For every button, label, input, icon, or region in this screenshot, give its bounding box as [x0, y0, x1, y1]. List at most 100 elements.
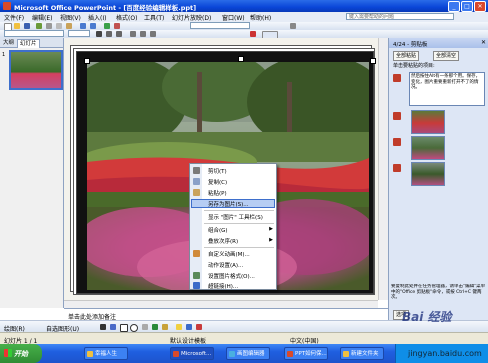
help-search-input[interactable]: 键入需要帮助的问题: [346, 13, 454, 20]
menu-edit[interactable]: 编辑(E): [32, 13, 52, 22]
menu-item-save-as-picture[interactable]: 另存为图片(S)...: [208, 200, 249, 208]
submenu-arrow-icon: ▶: [269, 226, 273, 232]
menu-item-hyperlink[interactable]: 超链接(H)...: [208, 282, 238, 290]
menu-view[interactable]: 视图(V): [60, 13, 81, 22]
font-color-icon[interactable]: [196, 324, 202, 330]
copy-icon: [193, 178, 200, 185]
taskbar-button-4[interactable]: PPT如何保...: [284, 347, 328, 360]
animation-icon: [193, 250, 200, 257]
clip-image-3[interactable]: [411, 162, 445, 186]
font-size-select[interactable]: [68, 30, 90, 37]
slides-pane: 大纲 幻灯片 1: [0, 38, 64, 308]
underline-icon[interactable]: [116, 31, 122, 37]
rectangle-icon[interactable]: [120, 324, 128, 332]
menu-tools[interactable]: 工具(T): [144, 13, 164, 22]
format-icon: [193, 272, 200, 279]
open-icon[interactable]: [14, 23, 20, 29]
close-button[interactable]: ✕: [474, 1, 486, 12]
baidu-watermark: Bai 经验: [402, 310, 452, 324]
align-left-icon[interactable]: [130, 31, 136, 37]
insert-picture-icon[interactable]: [162, 324, 168, 330]
save-icon[interactable]: [24, 23, 30, 29]
submenu-arrow-icon: ▶: [269, 237, 273, 243]
menu-slideshow[interactable]: 幻灯片放映(D): [172, 13, 211, 22]
maximize-button[interactable]: □: [461, 1, 473, 12]
print-icon[interactable]: [36, 23, 42, 29]
font-color-icon[interactable]: [250, 31, 256, 37]
menu-item-order[interactable]: 叠放次序(R): [208, 237, 238, 245]
menu-item-action-settings[interactable]: 动作设置(A)...: [208, 261, 243, 269]
undo-icon[interactable]: [80, 23, 86, 29]
menu-format[interactable]: 格式(O): [116, 13, 137, 22]
line-color-icon[interactable]: [186, 324, 192, 330]
tab-slides[interactable]: 幻灯片: [17, 39, 40, 48]
slide-thumbnail[interactable]: [9, 50, 63, 90]
slide-thumb-number: 1: [2, 52, 6, 58]
font-name-select[interactable]: [4, 30, 64, 37]
resize-handle-top[interactable]: [238, 56, 244, 62]
textbox-icon[interactable]: [142, 324, 148, 330]
chart-icon[interactable]: [104, 23, 110, 29]
align-right-icon[interactable]: [150, 31, 156, 37]
start-button[interactable]: 开始: [0, 344, 42, 363]
paste-icon[interactable]: [66, 23, 72, 29]
paste-all-button[interactable]: 全部粘贴: [393, 51, 420, 61]
title-bar: Microsoft Office PowerPoint - [百度经验编辑样板.…: [0, 0, 488, 12]
taskbar-button-2[interactable]: Microsoft...: [170, 347, 214, 360]
taskpane-footer: 要复制此处并在任务管理器，请单击"编辑"菜单中的"Office 剪贴板"命令，或…: [391, 284, 486, 300]
copy-icon[interactable]: [56, 23, 62, 29]
clear-all-button[interactable]: 全部清空: [433, 51, 460, 61]
bold-icon[interactable]: [96, 31, 102, 37]
table-icon[interactable]: [114, 23, 120, 29]
taskbar-button-3[interactable]: 画图编辑器: [226, 347, 270, 360]
zoom-select[interactable]: [190, 22, 250, 29]
clip-item-text[interactable]: 然后按住Alt有一条那个用。保存，变化，图片重要重新打开不了的情况。: [409, 72, 485, 106]
menu-item-format-picture[interactable]: 设置图片格式(O)...: [208, 272, 255, 280]
window-title: Microsoft Office PowerPoint - [百度经验编辑样板.…: [14, 4, 197, 12]
clip-image-icon-2: [393, 138, 401, 146]
taskbar-button-1[interactable]: 幸福人生: [84, 347, 128, 360]
hyperlink-icon: [193, 282, 200, 289]
menu-item-paste[interactable]: 粘贴(P): [208, 189, 227, 197]
clipart-icon[interactable]: [152, 324, 158, 330]
minimize-button[interactable]: _: [448, 1, 460, 12]
menu-insert[interactable]: 插入(I): [88, 13, 106, 22]
taskbar-button-5[interactable]: 新建文件夹: [340, 347, 384, 360]
watermark-url: jingyan.baidu.com: [408, 349, 482, 358]
clipboard-task-pane: 4/24 - 剪贴板 ✕ 全部粘贴 全部清空 单击要粘贴的项目: 然后按住Alt…: [388, 38, 488, 320]
scissors-icon: [193, 167, 200, 174]
clip-image-icon-1: [393, 112, 401, 120]
tab-outline[interactable]: 大纲: [1, 39, 16, 47]
menu-item-group[interactable]: 组合(G): [208, 226, 228, 234]
menu-file[interactable]: 文件(F): [4, 13, 24, 22]
resize-handle-top-left[interactable]: [84, 58, 90, 64]
paste-icon: [193, 189, 200, 196]
context-menu: 剪切(T) 复制(C) 粘贴(P) 另存为图片(S)... 显示 "图片" 工具…: [189, 163, 277, 290]
vertical-scrollbar[interactable]: [378, 38, 388, 300]
menu-item-cut[interactable]: 剪切(T): [208, 167, 227, 175]
italic-icon[interactable]: [106, 31, 112, 37]
help-icon[interactable]: [290, 23, 296, 29]
taskpane-instruction: 单击要粘贴的项目:: [393, 63, 435, 69]
fill-color-icon[interactable]: [176, 324, 182, 330]
clip-image-icon-3: [393, 164, 401, 172]
taskpane-title: 4/24 - 剪贴板: [393, 42, 428, 48]
taskpane-close-icon[interactable]: ✕: [481, 39, 486, 46]
menu-item-copy[interactable]: 复制(C): [208, 178, 227, 186]
menu-help[interactable]: 帮助(H): [250, 13, 271, 22]
menu-window[interactable]: 窗口(W): [222, 13, 245, 22]
arrow-icon[interactable]: [110, 324, 116, 330]
powerpoint-app-icon[interactable]: [3, 2, 11, 10]
windows-logo-icon: [4, 349, 12, 357]
menu-item-show-picture-toolbar[interactable]: 显示 "图片" 工具栏(S): [208, 213, 263, 221]
oval-icon[interactable]: [130, 324, 138, 332]
clip-image-2[interactable]: [411, 136, 445, 160]
menu-item-custom-animation[interactable]: 自定义动画(M)...: [208, 250, 250, 258]
resize-handle-top-right[interactable]: [370, 58, 376, 64]
line-icon[interactable]: [100, 324, 106, 330]
cut-icon[interactable]: [46, 23, 52, 29]
clip-image-1[interactable]: [411, 110, 445, 134]
redo-icon[interactable]: [90, 23, 96, 29]
clip-item-icon: [393, 74, 401, 82]
align-center-icon[interactable]: [140, 31, 146, 37]
